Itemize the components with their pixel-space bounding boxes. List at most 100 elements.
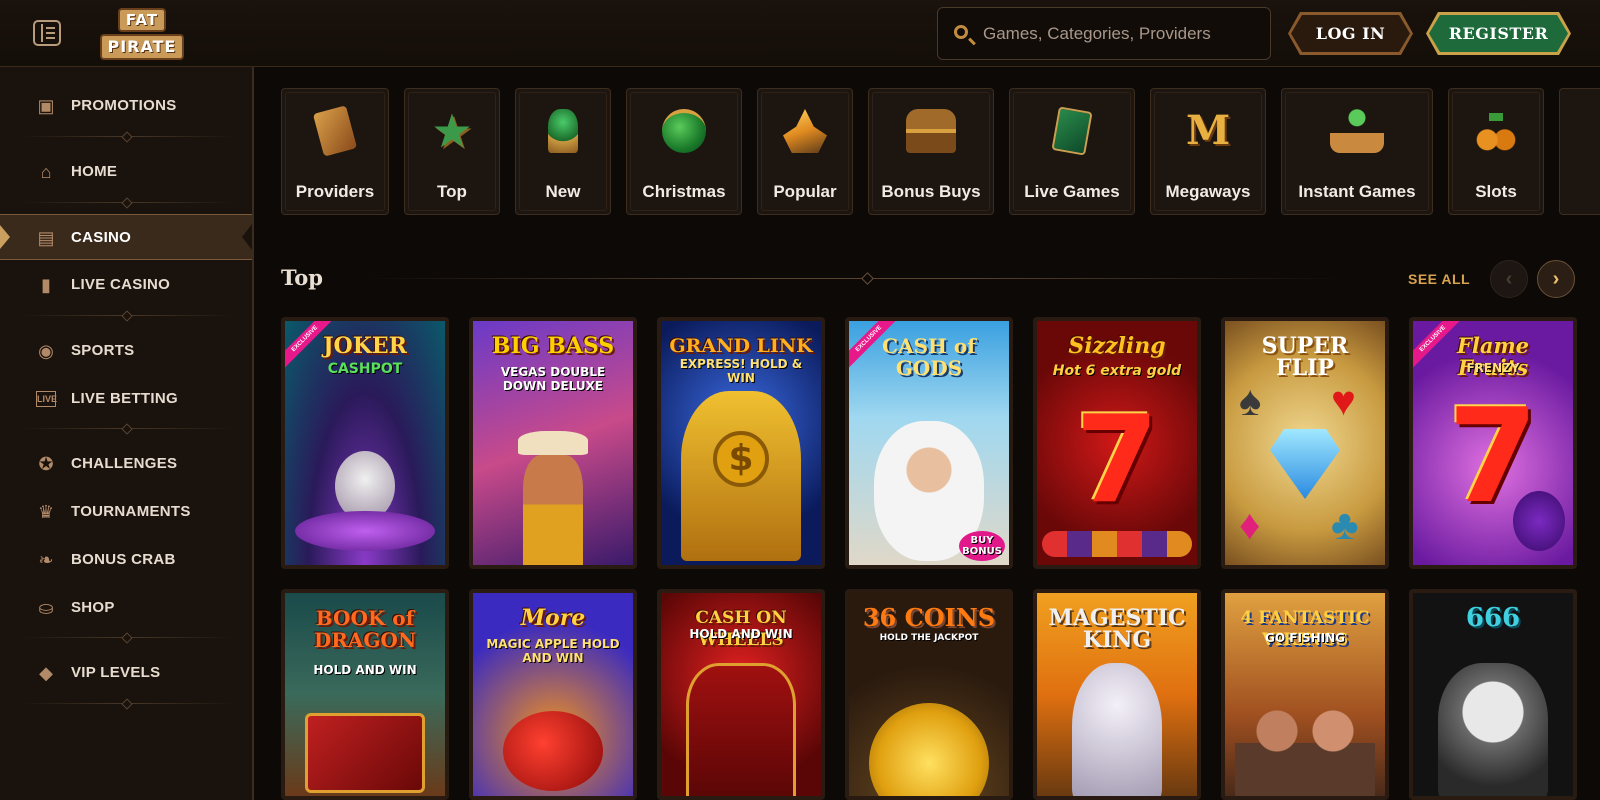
logo-text-bottom: PIRATE — [100, 34, 184, 60]
grapes-art — [1513, 491, 1565, 551]
category-popular[interactable]: Popular — [757, 88, 853, 215]
cherries-icon — [1474, 109, 1518, 153]
heart-icon: ♥ — [1331, 377, 1356, 424]
game-title: GRAND LINK — [669, 335, 813, 357]
section-title: Top — [281, 265, 323, 290]
section-divider — [360, 278, 1350, 279]
category-label: Bonus Buys — [881, 182, 981, 201]
game-tile-super-flip[interactable]: SUPER FLIP ♠ ♥ ♦ ♣ — [1221, 317, 1389, 569]
category-label: Megaways — [1165, 182, 1251, 201]
sidebar-item-challenges[interactable]: ✪ CHALLENGES — [0, 441, 252, 487]
login-button[interactable]: LOG IN — [1288, 12, 1413, 55]
game-tile-magestic-king[interactable]: MAGESTIC KING — [1033, 589, 1201, 800]
crab-icon: ❧ — [38, 550, 54, 570]
search-box[interactable] — [937, 7, 1271, 60]
diamond-gem-art — [1270, 429, 1340, 499]
game-tile-more-magic-apple[interactable]: More MAGIC APPLE HOLD AND WIN — [469, 589, 637, 800]
star-icon: ★ — [431, 105, 473, 157]
club-icon: ♣ — [1331, 501, 1359, 548]
category-slots[interactable]: Slots — [1448, 88, 1544, 215]
game-tile-4-fantastic-vikings[interactable]: 4 FANTASTIC VIKINGS GO FISHING — [1221, 589, 1389, 800]
sidebar-divider — [22, 637, 232, 638]
game-subtitle: HOLD AND WIN — [313, 663, 417, 677]
register-button[interactable]: REGISTER — [1426, 12, 1571, 55]
category-instant-games[interactable]: Instant Games — [1281, 88, 1433, 215]
sidebar-item-live-betting[interactable]: LIVE LIVE BETTING — [0, 376, 252, 422]
game-subtitle: GO FISHING — [1265, 631, 1345, 645]
sidebar-item-label: BONUS CRAB — [71, 551, 176, 568]
m-icon: M — [1186, 107, 1231, 154]
game-tile-book-of-dragon[interactable]: BOOK of DRAGON HOLD AND WIN — [281, 589, 449, 800]
scroll-icon — [312, 105, 358, 157]
sidebar-item-label: SHOP — [71, 599, 115, 616]
category-partial[interactable] — [1559, 88, 1600, 215]
sidebar-item-label: SPORTS — [71, 342, 135, 359]
sidebar-item-label: HOME — [71, 163, 118, 180]
game-tile-cash-of-gods[interactable]: EXCLUSIVE CASH of GODS BUY BONUS — [845, 317, 1013, 569]
game-tile-big-bass-vegas[interactable]: BIG BASS VEGAS DOUBLE DOWN DELUXE — [469, 317, 637, 569]
sidebar-item-home[interactable]: ⌂ HOME — [0, 149, 252, 195]
carousel-prev-button[interactable]: ‹ — [1490, 260, 1528, 298]
fisherman-art — [523, 455, 583, 565]
sidebar-toggle-icon[interactable] — [33, 20, 61, 46]
category-providers[interactable]: Providers — [281, 88, 389, 215]
game-subtitle: EXPRESS! HOLD & WIN — [679, 357, 803, 385]
game-title: Sizzling — [1068, 333, 1166, 359]
category-top[interactable]: ★ Top — [404, 88, 500, 215]
cards-icon — [1051, 106, 1093, 156]
ornament-icon — [662, 109, 706, 153]
game-tile-cash-on-wheels[interactable]: CASH ON WHEELS HOLD AND WIN — [657, 589, 825, 800]
sidebar-item-live-casino[interactable]: ▮ LIVE CASINO — [0, 262, 252, 308]
sidebar-item-label: VIP LEVELS — [71, 664, 161, 681]
category-live-games[interactable]: Live Games — [1009, 88, 1135, 215]
sidebar-item-label: PROMOTIONS — [71, 97, 177, 114]
category-label: Popular — [773, 182, 837, 201]
apple-basket-art — [503, 711, 603, 791]
game-tile-666[interactable]: 666 — [1409, 589, 1577, 800]
fruit-row-art — [1042, 531, 1192, 557]
game-tile-36-coins[interactable]: 36 COINS HOLD THE JACKPOT — [845, 589, 1013, 800]
trophy-icon: ♛ — [37, 502, 55, 522]
see-all-link[interactable]: SEE ALL — [1408, 271, 1470, 287]
goblet-icon — [548, 109, 578, 153]
sidebar-item-sports[interactable]: ◉ SPORTS — [0, 328, 252, 374]
sidebar-item-casino[interactable]: ▤ CASINO — [0, 214, 252, 260]
game-tile-grand-link[interactable]: GRAND LINK EXPRESS! HOLD & WIN $ — [657, 317, 825, 569]
category-label: Christmas — [642, 182, 726, 201]
fat-pirate-logo[interactable]: FAT PIRATE — [100, 8, 184, 60]
game-title: 666 — [1465, 603, 1521, 633]
sidebar-item-promotions[interactable]: ▣ PROMOTIONS — [0, 83, 252, 129]
category-new[interactable]: New — [515, 88, 611, 215]
sidebar-divider — [22, 315, 232, 316]
slot-machine-icon: ▤ — [37, 228, 55, 248]
sidebar-item-tournaments[interactable]: ♛ TOURNAMENTS — [0, 489, 252, 535]
chevron-left-icon: ‹ — [1505, 268, 1513, 290]
category-megaways[interactable]: M Megaways — [1150, 88, 1266, 215]
white-lion-art — [1072, 663, 1162, 796]
medal-icon: ✪ — [38, 454, 54, 474]
sidebar-item-label: TOURNAMENTS — [71, 503, 191, 520]
diamond-icon: ◆ — [39, 663, 53, 683]
logo-text-top: FAT — [118, 8, 166, 32]
category-bonus-buys[interactable]: Bonus Buys — [868, 88, 994, 215]
login-button-label: LOG IN — [1291, 15, 1410, 52]
game-tile-flame-fruits[interactable]: EXCLUSIVE Flame Fruits FRENZY 7 — [1409, 317, 1577, 569]
vikings-art — [1235, 683, 1375, 796]
search-input[interactable] — [983, 20, 1263, 48]
search-icon — [954, 25, 968, 39]
gift-chest-icon: ▣ — [37, 96, 55, 116]
carousel-next-button[interactable]: › — [1537, 260, 1575, 298]
game-tile-sizzling-hot-6[interactable]: Sizzling Hot 6 extra gold 7 — [1033, 317, 1201, 569]
sidebar-item-label: LIVE CASINO — [71, 276, 171, 293]
sidebar-item-shop[interactable]: ⛀ SHOP — [0, 585, 252, 631]
category-label: Live Games — [1024, 182, 1120, 201]
category-christmas[interactable]: Christmas — [626, 88, 742, 215]
chest-icon — [906, 109, 956, 153]
game-tile-joker-cashpot[interactable]: EXCLUSIVE JOKER CASHPOT — [281, 317, 449, 569]
buy-bonus-badge: BUY BONUS — [959, 531, 1005, 561]
sidebar-item-label: CASINO — [71, 229, 132, 246]
game-subtitle: Hot 6 extra gold — [1052, 363, 1182, 379]
sidebar-item-vip-levels[interactable]: ◆ VIP LEVELS — [0, 650, 252, 696]
sidebar-divider — [22, 703, 232, 704]
sidebar-item-bonus-crab[interactable]: ❧ BONUS CRAB — [0, 537, 252, 583]
